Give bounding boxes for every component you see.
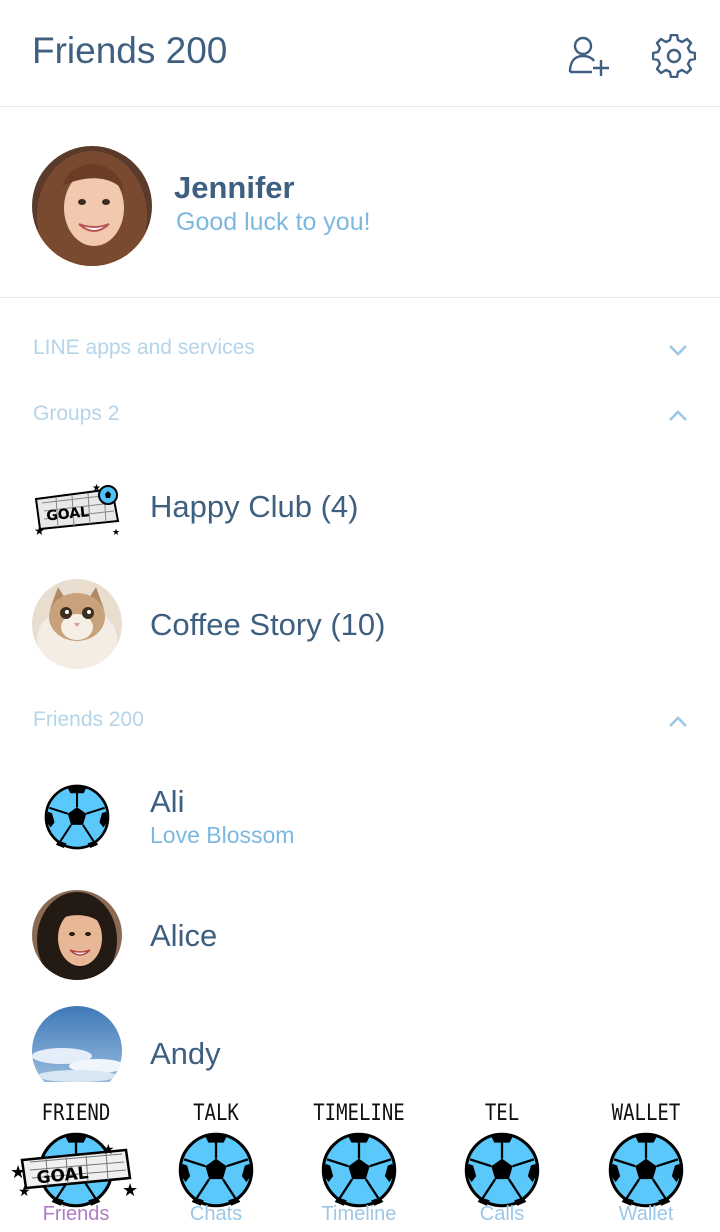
- tab-friends[interactable]: FRIEND GOAL ★ ★ ★ ★ Friends: [4, 1082, 148, 1232]
- svg-text:★: ★: [10, 1162, 26, 1182]
- friend-avatar: [32, 890, 122, 980]
- tab-timeline[interactable]: TIMELINE Timeline: [287, 1082, 431, 1232]
- tab-chats[interactable]: TALK Chats: [144, 1082, 288, 1232]
- tab-top-label: TALK: [193, 1100, 239, 1126]
- page-title: Friends 200: [32, 30, 228, 71]
- section-line-apps[interactable]: LINE apps and services: [0, 320, 720, 380]
- group-row[interactable]: Coffee Story (10): [0, 569, 720, 679]
- tab-top-label: WALLET: [611, 1100, 681, 1126]
- chevron-down-icon: [669, 345, 687, 356]
- chevron-up-icon: [669, 716, 687, 727]
- soccer-ball-icon: [464, 1132, 540, 1208]
- friend-avatar: [32, 1006, 122, 1082]
- svg-text:★: ★: [102, 1141, 115, 1157]
- profile-avatar[interactable]: [32, 146, 152, 266]
- bottom-tab-bar: FRIEND GOAL ★ ★ ★ ★ Friends TALK Chats T…: [0, 1082, 720, 1232]
- section-label: LINE apps and services: [33, 336, 255, 359]
- section-groups[interactable]: Groups 2: [0, 386, 720, 446]
- add-friend-icon[interactable]: [566, 34, 610, 78]
- goal-sticker-icon: GOAL ★ ★ ★ ★: [10, 1141, 138, 1198]
- svg-text:★: ★: [18, 1183, 31, 1198]
- friend-row[interactable]: Ali Love Blossom: [0, 762, 720, 872]
- tab-label: Calls: [479, 1203, 525, 1225]
- tab-wallet[interactable]: WALLET Wallet: [574, 1082, 718, 1232]
- tab-label: Friends: [42, 1203, 110, 1225]
- tab-top-label: TEL: [484, 1100, 520, 1126]
- tab-label: Timeline: [321, 1203, 397, 1225]
- group-name: Coffee Story (10): [150, 607, 386, 642]
- chevron-up-icon: [669, 410, 687, 421]
- soccer-ball-icon: [178, 1132, 254, 1208]
- svg-text:★: ★: [112, 527, 120, 537]
- my-profile[interactable]: Jennifer Good luck to you!: [0, 108, 720, 298]
- tab-label: Wallet: [618, 1203, 674, 1225]
- friend-row[interactable]: Alice: [0, 880, 720, 990]
- svg-text:★: ★: [122, 1180, 138, 1198]
- friend-name: Andy: [150, 1036, 221, 1071]
- goal-sticker-icon: GOAL ★ ★ ★: [32, 481, 124, 538]
- friend-row[interactable]: Andy: [0, 996, 720, 1082]
- friend-name: Alice: [150, 918, 218, 953]
- tab-top-label: FRIEND: [41, 1100, 111, 1126]
- svg-text:★: ★: [92, 483, 101, 494]
- tab-top-label: TIMELINE: [313, 1100, 405, 1126]
- svg-text:GOAL: GOAL: [36, 1163, 90, 1188]
- settings-gear-icon[interactable]: [652, 34, 696, 78]
- soccer-ball-icon: [44, 784, 110, 850]
- soccer-ball-icon: [608, 1132, 684, 1208]
- soccer-ball-icon: [321, 1132, 397, 1208]
- section-label: Friends 200: [33, 708, 144, 731]
- section-label: Groups 2: [33, 402, 120, 425]
- friend-name: Ali: [150, 784, 185, 819]
- profile-status-message: Good luck to you!: [176, 208, 371, 236]
- section-friends[interactable]: Friends 200: [0, 692, 720, 752]
- friend-status-message: Love Blossom: [150, 822, 295, 848]
- profile-name: Jennifer: [174, 170, 295, 205]
- tab-calls[interactable]: TEL Calls: [430, 1082, 574, 1232]
- group-row[interactable]: GOAL ★ ★ ★ Happy Club (4): [0, 453, 720, 563]
- svg-text:★: ★: [34, 524, 45, 537]
- group-name: Happy Club (4): [150, 489, 359, 524]
- top-header: Friends 200: [0, 0, 720, 107]
- tab-label: Chats: [189, 1203, 243, 1225]
- cat-avatar: [32, 579, 122, 669]
